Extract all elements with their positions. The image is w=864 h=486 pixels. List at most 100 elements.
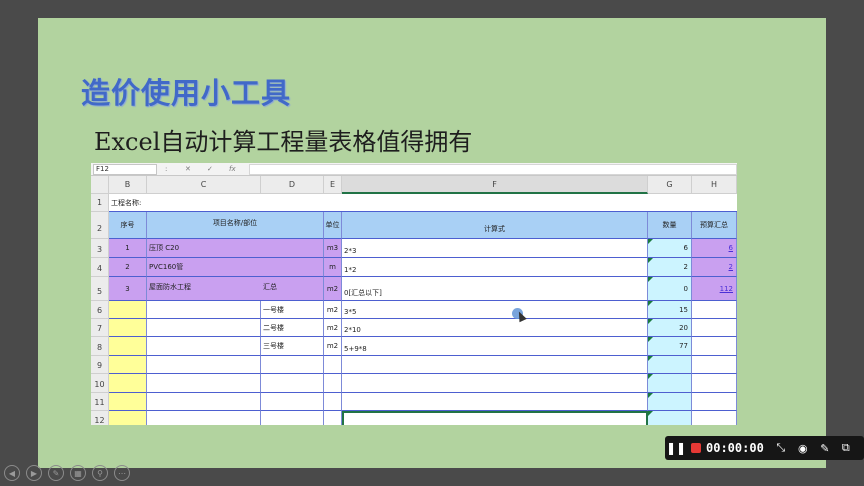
row-header-5[interactable]: 5 [91,277,109,301]
col-header-d[interactable]: D [261,176,324,194]
header-seq[interactable]: 序号 [109,212,147,239]
table-cell-formula[interactable]: 3*5 [342,301,648,319]
table-cell-budget[interactable] [692,374,737,393]
table-cell-budget[interactable]: 6 [692,239,737,258]
col-header-h[interactable]: H [692,176,737,194]
more-icon[interactable]: ⋯ [114,465,130,481]
table-cell-unit[interactable]: m [324,258,342,277]
table-cell-unit[interactable]: m2 [324,301,342,319]
table-cell-formula[interactable] [342,393,648,411]
table-cell-unit[interactable]: m2 [324,319,342,337]
zoom-icon[interactable]: ⚲ [92,465,108,481]
table-cell-unit[interactable]: m2 [324,337,342,356]
table-cell-seq[interactable] [109,356,147,374]
table-cell-part[interactable] [261,411,324,425]
table-cell-name[interactable]: 屋面防水工程 [147,277,261,301]
table-cell-budget[interactable]: 2 [692,258,737,277]
table-cell-part[interactable]: 三号楼 [261,337,324,356]
draw-icon[interactable]: ✎ [814,436,836,460]
table-cell-name[interactable] [147,374,261,393]
table-cell-part[interactable] [261,374,324,393]
table-cell-qty[interactable]: 20 [648,319,692,337]
table-cell-seq[interactable] [109,411,147,425]
table-cell-seq[interactable] [109,319,147,337]
row-header-4[interactable]: 4 [91,258,109,277]
table-cell-budget[interactable] [692,337,737,356]
table-cell-qty[interactable]: 6 [648,239,692,258]
table-cell-seq[interactable]: 3 [109,277,147,301]
pen-icon[interactable]: ✎ [48,465,64,481]
table-cell-unit[interactable] [324,374,342,393]
row-header-9[interactable]: 9 [91,356,109,374]
name-box[interactable]: F12 [93,164,157,175]
table-cell-formula[interactable] [342,356,648,374]
table-cell-budget[interactable] [692,319,737,337]
table-cell-name[interactable]: 压顶 C20 [147,239,324,258]
table-cell-budget[interactable]: 112 [692,277,737,301]
table-cell-qty[interactable]: 2 [648,258,692,277]
shrink-icon[interactable]: ⤡ [770,436,792,460]
row-header-11[interactable]: 11 [91,393,109,411]
select-all-corner[interactable] [91,176,109,194]
row-header-6[interactable]: 6 [91,301,109,319]
table-cell-qty[interactable] [648,393,692,411]
table-cell-name[interactable] [147,411,261,425]
table-cell-unit[interactable] [324,356,342,374]
table-cell-budget[interactable] [692,301,737,319]
table-cell-qty[interactable] [648,356,692,374]
table-cell-part[interactable]: 汇总 [261,277,324,301]
header-budget[interactable]: 预算汇总 [692,212,737,239]
table-cell-formula[interactable]: 1*2 [342,258,648,277]
table-cell-part[interactable]: 一号楼 [261,301,324,319]
table-cell-seq[interactable] [109,374,147,393]
table-cell-name[interactable] [147,393,261,411]
table-cell-seq[interactable] [109,337,147,356]
row-header-8[interactable]: 8 [91,337,109,356]
table-cell-name[interactable] [147,301,261,319]
table-cell-seq[interactable] [109,393,147,411]
enter-icon[interactable]: ✓ [207,164,213,174]
table-cell-unit[interactable]: m2 [324,277,342,301]
table-cell-unit[interactable] [324,393,342,411]
budget-link[interactable]: 6 [729,244,733,252]
table-cell-name[interactable] [147,356,261,374]
table-cell-name[interactable] [147,319,261,337]
table-cell-name[interactable]: PVC160管 [147,258,324,277]
header-unit[interactable]: 单位 [324,212,342,239]
slides-icon[interactable]: ▦ [70,465,86,481]
table-cell-qty[interactable]: 77 [648,337,692,356]
row-header-12[interactable]: 12 [91,411,109,425]
budget-link[interactable]: 112 [720,285,733,293]
row-header-10[interactable]: 10 [91,374,109,393]
table-cell-qty[interactable]: 0 [648,277,692,301]
minimize-icon[interactable]: ⧉ [836,436,856,460]
table-cell-formula[interactable]: 0[汇总以下] [342,277,648,301]
stop-icon[interactable] [691,443,701,453]
formula-input[interactable] [249,164,737,175]
table-cell-part[interactable]: 二号楼 [261,319,324,337]
row-header-3[interactable]: 3 [91,239,109,258]
camera-icon[interactable]: ◉ [792,436,814,460]
table-cell-part[interactable] [261,356,324,374]
table-cell-budget[interactable] [692,393,737,411]
col-header-b[interactable]: B [109,176,147,194]
cancel-icon[interactable]: ✕ [185,164,191,174]
header-formula[interactable]: 计算式 [342,212,648,239]
table-cell-unit[interactable] [324,411,342,425]
table-cell-part[interactable] [261,393,324,411]
col-header-f[interactable]: F [342,176,648,194]
previous-icon[interactable]: ◀ [4,465,20,481]
selected-cell-f12[interactable] [342,411,648,425]
pause-icon[interactable]: ❚❚ [665,436,687,460]
table-cell-qty[interactable] [648,411,692,425]
table-cell-seq[interactable] [109,301,147,319]
next-icon[interactable]: ▶ [26,465,42,481]
header-item[interactable]: 项目名称/部位 [147,212,324,239]
table-cell-formula[interactable]: 2*10 [342,319,648,337]
header-qty[interactable]: 数量 [648,212,692,239]
table-cell-unit[interactable]: m3 [324,239,342,258]
function-icon[interactable]: fx [229,164,236,174]
table-cell-seq[interactable]: 1 [109,239,147,258]
project-name-cell[interactable]: 工程名称: [109,194,737,212]
table-cell-budget[interactable] [692,356,737,374]
